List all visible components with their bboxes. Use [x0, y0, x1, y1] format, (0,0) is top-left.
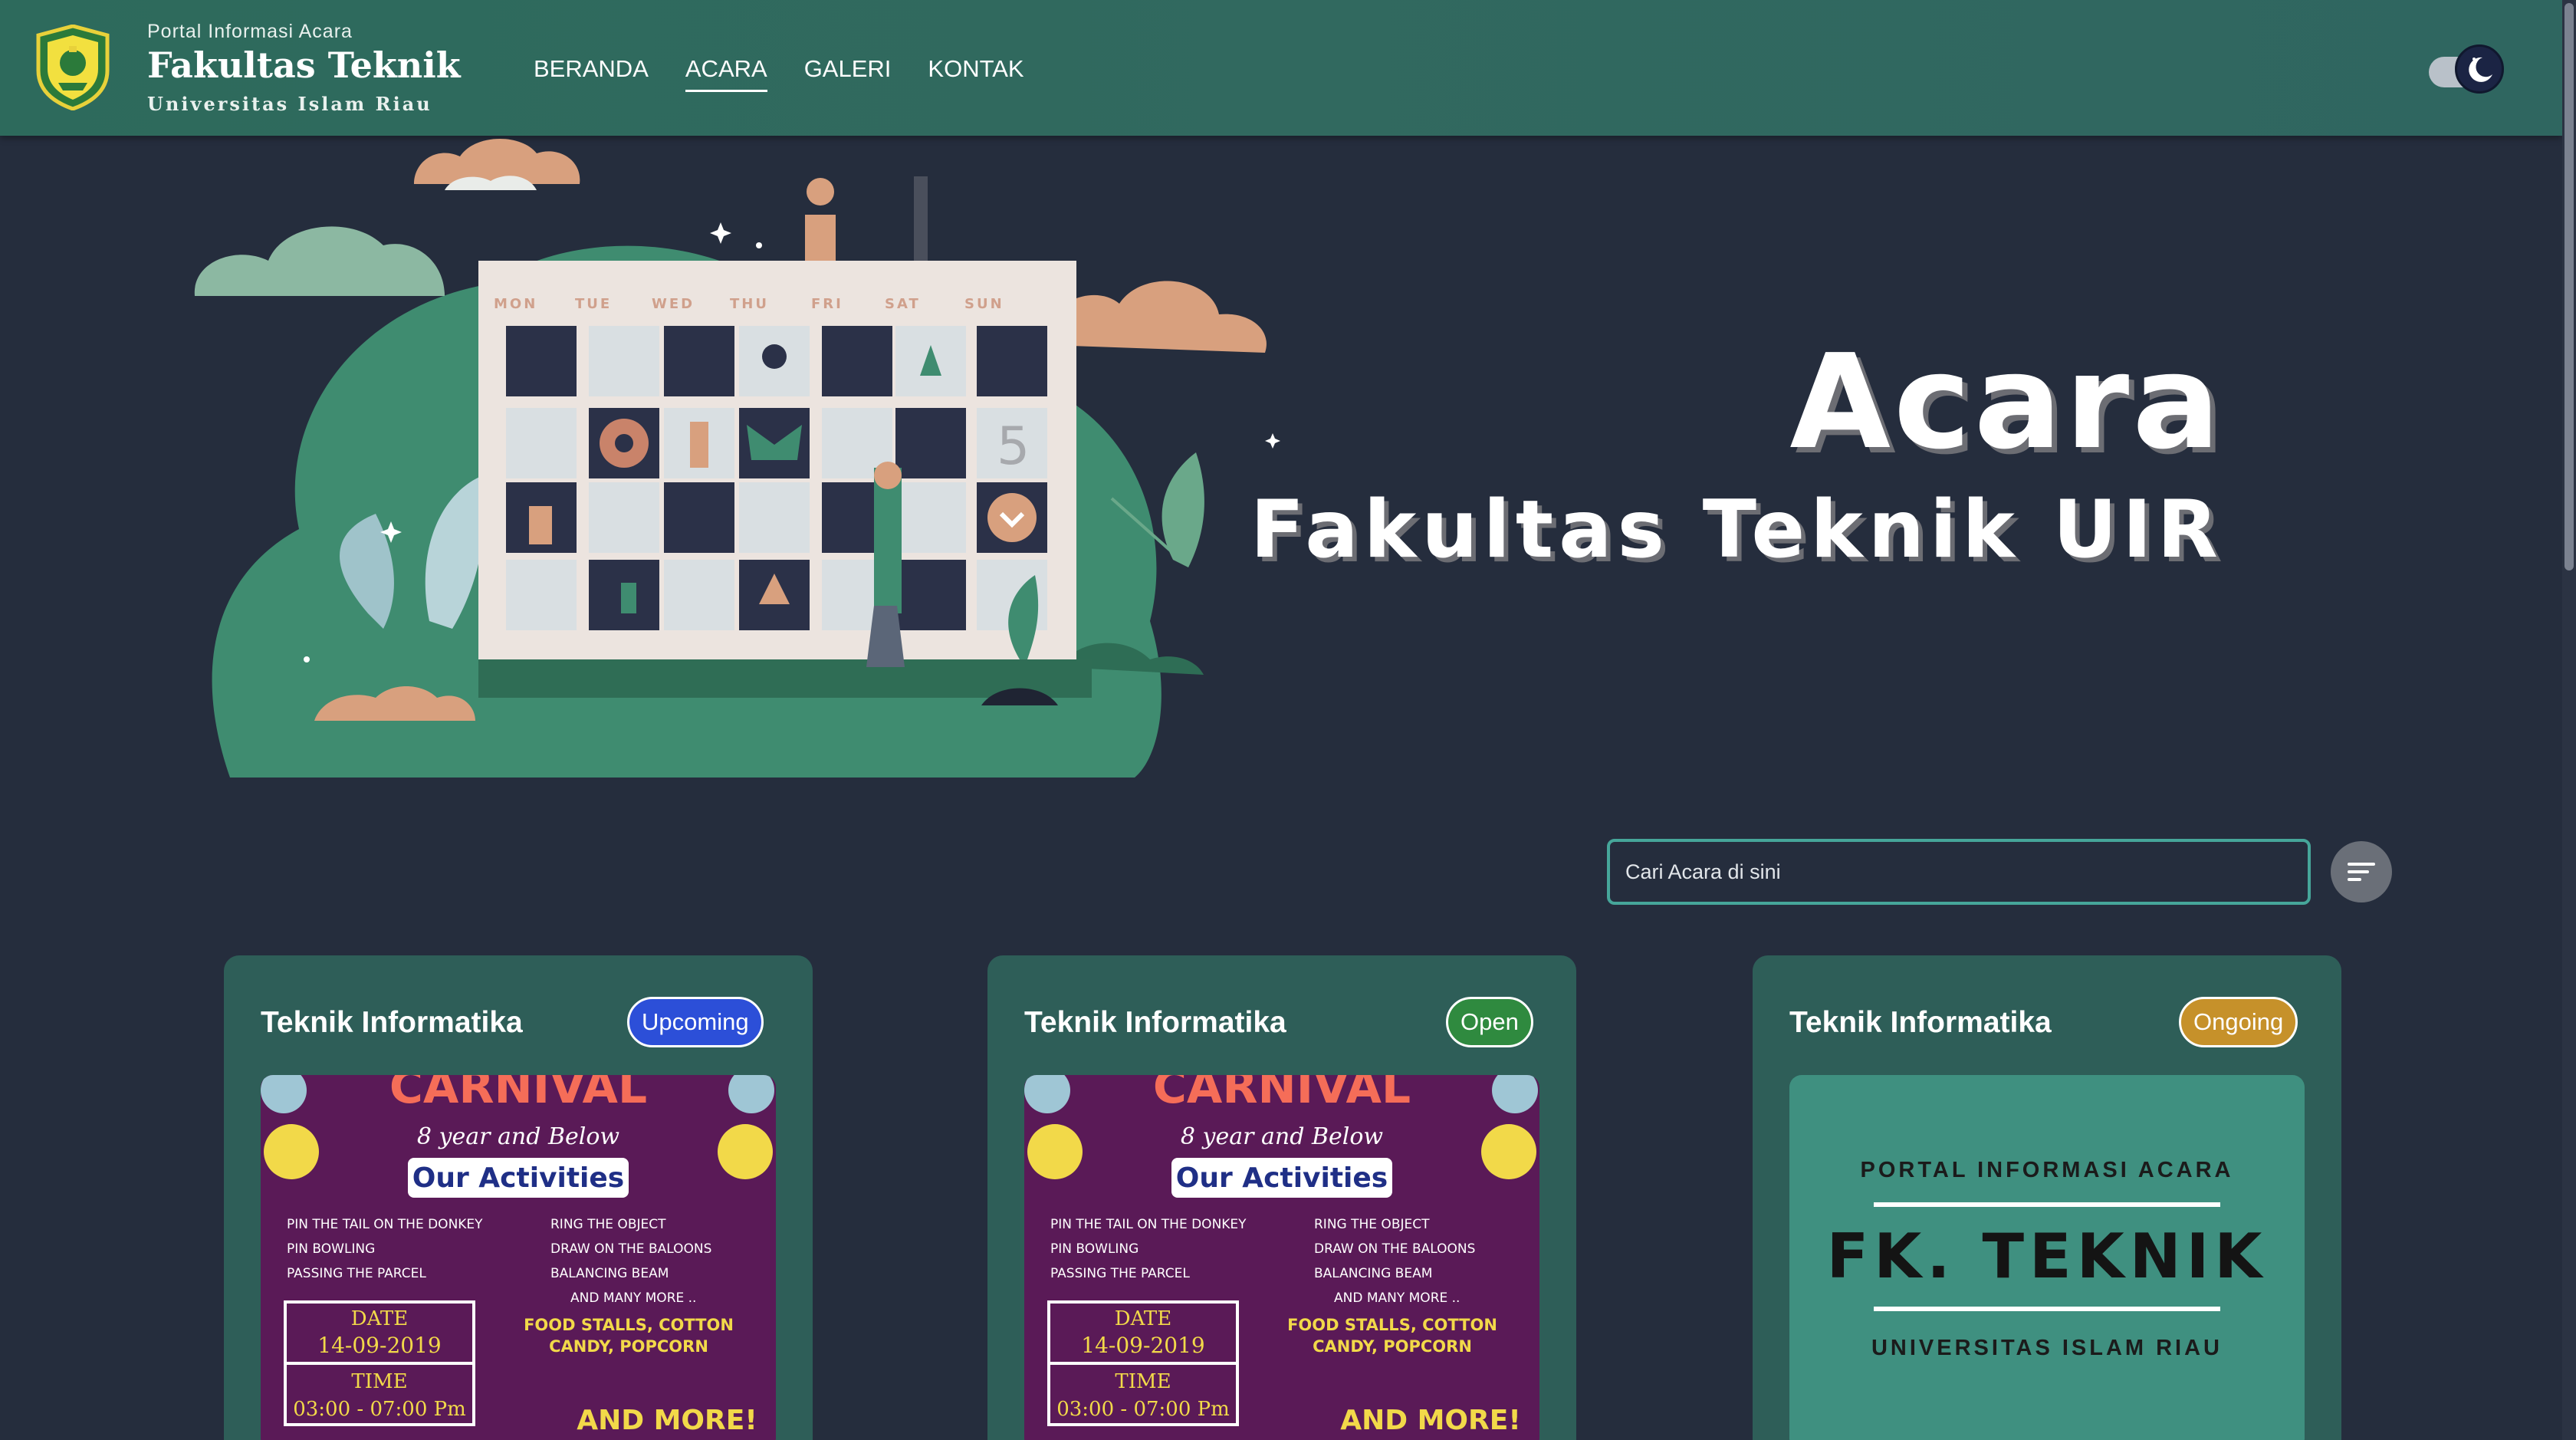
poster-activity: PASSING THE PARCEL [287, 1266, 426, 1281]
poster-headline: CARNIVAL [1153, 1075, 1411, 1114]
poster-activity: AND MANY MORE .. [570, 1290, 696, 1306]
poster-activity: PIN BOWLING [1050, 1241, 1138, 1257]
poster-activity: PIN BOWLING [287, 1241, 375, 1257]
scrollbar-thumb[interactable] [2564, 3, 2574, 570]
page-scrollbar[interactable] [2562, 0, 2576, 1440]
poster-date-value: 14-09-2019 [317, 1333, 441, 1358]
poster-activities-title: Our Activities [1176, 1162, 1388, 1194]
day-tue: TUE [575, 296, 612, 312]
poster-main-text: FK. TEKNIK [1826, 1221, 2268, 1292]
poster-subheadline: 8 year and Below [1181, 1123, 1383, 1150]
event-card[interactable]: Teknik Informatika Upcoming CARNIVAL 8 y… [224, 955, 813, 1440]
event-poster[interactable]: PORTAL INFORMASI ACARA FK. TEKNIK UNIVER… [1789, 1075, 2305, 1440]
card-department: Teknik Informatika [1024, 1006, 1286, 1039]
nav-beranda[interactable]: BERANDA [534, 55, 649, 89]
day-wed: WED [652, 296, 695, 312]
card-department: Teknik Informatika [261, 1006, 523, 1039]
event-card[interactable]: Teknik Informatika Ongoing PORTAL INFORM… [1753, 955, 2341, 1440]
sort-filter-icon [2348, 863, 2375, 866]
poster-activities-title: Our Activities [412, 1162, 624, 1194]
poster-activity: RING THE OBJECT [550, 1217, 666, 1232]
faculty-title[interactable]: Fakultas Teknik [147, 44, 461, 86]
day-thu: THU [730, 296, 769, 312]
poster-bottom-text: UNIVERSITAS ISLAM RIAU [1871, 1336, 2223, 1360]
poster-time-value: 03:00 - 07:00 Pm [293, 1398, 466, 1421]
poster-subheadline: 8 year and Below [417, 1123, 619, 1150]
poster-date-value: 14-09-2019 [1081, 1333, 1204, 1358]
filter-button[interactable] [2331, 841, 2392, 902]
poster-activity: AND MANY MORE .. [1334, 1290, 1460, 1306]
poster-top-text: PORTAL INFORMASI ACARA [1860, 1158, 2234, 1182]
search-input[interactable] [1607, 839, 2311, 905]
calendar-number: 5 [997, 416, 1030, 477]
poster-headline: CARNIVAL [389, 1075, 647, 1114]
hero-subtitle: Fakultas Teknik UIR [1250, 484, 2223, 576]
poster-date-label: DATE [1115, 1307, 1172, 1330]
day-sat: SAT [885, 296, 921, 312]
poster-activity: RING THE OBJECT [1314, 1217, 1430, 1232]
event-poster[interactable]: CARNIVAL 8 year and Below Our Activities… [261, 1075, 776, 1440]
poster-activity: BALANCING BEAM [550, 1266, 669, 1281]
top-navbar: Portal Informasi Acara Fakultas Teknik U… [0, 0, 2562, 136]
poster-time-label: TIME [1115, 1370, 1171, 1393]
card-department: Teknik Informatika [1789, 1006, 2052, 1039]
toggle-knob [2455, 44, 2504, 94]
sort-filter-icon-line-3 [2348, 878, 2361, 881]
status-badge: Open [1446, 997, 1533, 1047]
day-mon: MON [494, 296, 537, 312]
day-fri: FRI [811, 296, 843, 312]
event-card[interactable]: Teknik Informatika Open CARNIVAL 8 year … [987, 955, 1576, 1440]
sort-filter-icon-line-2 [2348, 870, 2369, 873]
status-badge: Ongoing [2179, 997, 2298, 1047]
poster-activity: BALANCING BEAM [1314, 1266, 1432, 1281]
event-poster[interactable]: CARNIVAL 8 year and Below Our Activities… [1024, 1075, 1539, 1440]
poster-activity: DRAW ON THE BALOONS [550, 1241, 711, 1257]
poster-divider [1874, 1307, 2220, 1311]
poster-date-label: DATE [351, 1307, 409, 1330]
poster-divider [1874, 1202, 2220, 1207]
nav-acara[interactable]: ACARA [685, 55, 767, 92]
hero-title: Acara [1789, 327, 2223, 478]
uir-crest-icon[interactable] [35, 25, 110, 110]
poster-extras: FOOD STALLS, COTTON CANDY, POPCORN [1287, 1316, 1497, 1356]
theme-toggle[interactable] [2429, 44, 2504, 94]
poster-time-label: TIME [351, 1370, 407, 1393]
day-sun: SUN [964, 296, 1004, 312]
poster-more: AND MORE! [1340, 1405, 1521, 1436]
university-name: Universitas Islam Riau [147, 93, 432, 115]
poster-activity: DRAW ON THE BALOONS [1314, 1241, 1475, 1257]
main-nav: BERANDA ACARA GALERI KONTAK [534, 55, 1024, 92]
status-badge: Upcoming [627, 997, 764, 1047]
poster-activity: PIN THE TAIL ON THE DONKEY [1050, 1217, 1247, 1232]
moon-icon [2469, 57, 2492, 82]
nav-galeri[interactable]: GALERI [804, 55, 892, 89]
poster-activity: PIN THE TAIL ON THE DONKEY [287, 1217, 483, 1232]
nav-kontak[interactable]: KONTAK [928, 55, 1024, 89]
poster-activity: PASSING THE PARCEL [1050, 1266, 1190, 1281]
poster-extras: FOOD STALLS, COTTON CANDY, POPCORN [524, 1316, 734, 1356]
poster-more: AND MORE! [577, 1405, 757, 1436]
portal-label: Portal Informasi Acara [147, 21, 353, 42]
poster-time-value: 03:00 - 07:00 Pm [1056, 1398, 1230, 1421]
